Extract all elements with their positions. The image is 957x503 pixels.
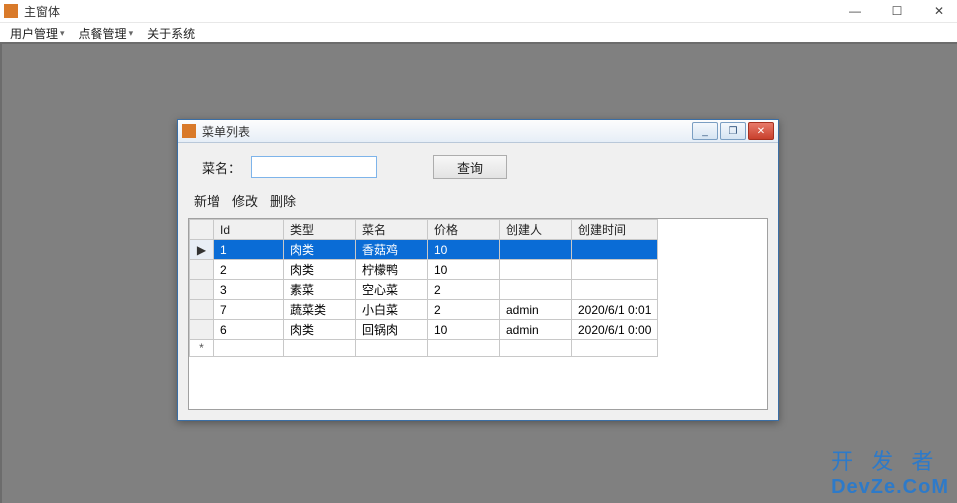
edit-button[interactable]: 修改 bbox=[232, 191, 258, 210]
cell-creator[interactable] bbox=[500, 260, 572, 280]
dish-name-input[interactable] bbox=[251, 156, 377, 178]
cell-id[interactable]: 1 bbox=[214, 240, 284, 260]
cell-empty[interactable] bbox=[356, 340, 428, 357]
cell-price[interactable]: 10 bbox=[428, 260, 500, 280]
col-type[interactable]: 类型 bbox=[284, 220, 356, 240]
row-header[interactable] bbox=[190, 300, 214, 320]
delete-button[interactable]: 删除 bbox=[270, 191, 296, 210]
data-grid[interactable]: Id 类型 菜名 价格 创建人 创建时间 ▶1肉类香菇鸡102肉类柠檬鸭103素… bbox=[188, 218, 768, 410]
table-row[interactable]: 6肉类回锅肉10admin2020/6/1 0:00 bbox=[190, 320, 658, 340]
cell-name[interactable]: 柠檬鸭 bbox=[356, 260, 428, 280]
table-row[interactable]: ▶1肉类香菇鸡10 bbox=[190, 240, 658, 260]
cell-price[interactable]: 10 bbox=[428, 320, 500, 340]
table-row[interactable]: 3素菜空心菜2 bbox=[190, 280, 658, 300]
cell-type[interactable]: 肉类 bbox=[284, 260, 356, 280]
app-icon bbox=[182, 124, 196, 138]
row-header[interactable] bbox=[190, 260, 214, 280]
col-name[interactable]: 菜名 bbox=[356, 220, 428, 240]
cell-empty[interactable] bbox=[214, 340, 284, 357]
cell-type[interactable]: 素菜 bbox=[284, 280, 356, 300]
col-price[interactable]: 价格 bbox=[428, 220, 500, 240]
main-titlebar: 主窗体 — ☐ ✕ bbox=[0, 0, 957, 23]
cell-name[interactable]: 香菇鸡 bbox=[356, 240, 428, 260]
cell-name[interactable]: 回锅肉 bbox=[356, 320, 428, 340]
menu-user-management[interactable]: 用户管理 ▾ bbox=[6, 24, 69, 43]
child-window-controls: _ ❐ ✕ bbox=[690, 122, 774, 140]
cell-price[interactable]: 10 bbox=[428, 240, 500, 260]
cell-id[interactable]: 7 bbox=[214, 300, 284, 320]
row-header-new[interactable]: * bbox=[190, 340, 214, 357]
cell-id[interactable]: 2 bbox=[214, 260, 284, 280]
close-button[interactable]: ✕ bbox=[925, 4, 953, 18]
grid-table: Id 类型 菜名 价格 创建人 创建时间 ▶1肉类香菇鸡102肉类柠檬鸭103素… bbox=[189, 219, 658, 357]
main-window: 主窗体 — ☐ ✕ 用户管理 ▾ 点餐管理 ▾ 关于系统 菜单列表 _ ❐ bbox=[0, 0, 957, 503]
table-row[interactable]: 7蔬菜类小白菜2admin2020/6/1 0:01 bbox=[190, 300, 658, 320]
cell-time[interactable] bbox=[572, 260, 658, 280]
cell-time[interactable]: 2020/6/1 0:00 bbox=[572, 320, 658, 340]
mdi-client-area: 菜单列表 _ ❐ ✕ 菜名： 查询 新增 修改 删除 bbox=[0, 42, 957, 503]
search-row: 菜名： 查询 bbox=[188, 151, 768, 183]
minimize-button[interactable]: — bbox=[841, 4, 869, 18]
row-header[interactable]: ▶ bbox=[190, 240, 214, 260]
cell-empty[interactable] bbox=[284, 340, 356, 357]
child-titlebar[interactable]: 菜单列表 _ ❐ ✕ bbox=[178, 120, 778, 143]
cell-type[interactable]: 肉类 bbox=[284, 320, 356, 340]
cell-empty[interactable] bbox=[500, 340, 572, 357]
cell-id[interactable]: 6 bbox=[214, 320, 284, 340]
cell-creator[interactable]: admin bbox=[500, 320, 572, 340]
cell-empty[interactable] bbox=[572, 340, 658, 357]
main-title: 主窗体 bbox=[24, 3, 841, 20]
cell-type[interactable]: 蔬菜类 bbox=[284, 300, 356, 320]
cell-price[interactable]: 2 bbox=[428, 300, 500, 320]
child-window-menu-list: 菜单列表 _ ❐ ✕ 菜名： 查询 新增 修改 删除 bbox=[177, 119, 779, 421]
cell-id[interactable]: 3 bbox=[214, 280, 284, 300]
grid-header-row: Id 类型 菜名 价格 创建人 创建时间 bbox=[190, 220, 658, 240]
col-creator[interactable]: 创建人 bbox=[500, 220, 572, 240]
cell-name[interactable]: 空心菜 bbox=[356, 280, 428, 300]
query-button[interactable]: 查询 bbox=[433, 155, 507, 179]
menu-label: 关于系统 bbox=[147, 25, 195, 42]
row-header[interactable] bbox=[190, 280, 214, 300]
grid-corner[interactable] bbox=[190, 220, 214, 240]
add-button[interactable]: 新增 bbox=[194, 191, 220, 210]
cell-creator[interactable] bbox=[500, 240, 572, 260]
main-window-controls: — ☐ ✕ bbox=[841, 4, 953, 18]
toolbar: 新增 修改 删除 bbox=[188, 189, 768, 212]
cell-time[interactable]: 2020/6/1 0:01 bbox=[572, 300, 658, 320]
cell-price[interactable]: 2 bbox=[428, 280, 500, 300]
menu-label: 点餐管理 bbox=[79, 25, 127, 42]
child-maximize-button[interactable]: ❐ bbox=[720, 122, 746, 140]
cell-name[interactable]: 小白菜 bbox=[356, 300, 428, 320]
menubar: 用户管理 ▾ 点餐管理 ▾ 关于系统 bbox=[0, 23, 957, 44]
cell-empty[interactable] bbox=[428, 340, 500, 357]
child-title: 菜单列表 bbox=[202, 123, 690, 140]
table-row-new[interactable]: * bbox=[190, 340, 658, 357]
cell-creator[interactable] bbox=[500, 280, 572, 300]
col-time[interactable]: 创建时间 bbox=[572, 220, 658, 240]
child-minimize-button[interactable]: _ bbox=[692, 122, 718, 140]
table-row[interactable]: 2肉类柠檬鸭10 bbox=[190, 260, 658, 280]
cell-time[interactable] bbox=[572, 240, 658, 260]
search-label: 菜名： bbox=[202, 158, 241, 177]
grid-body: ▶1肉类香菇鸡102肉类柠檬鸭103素菜空心菜27蔬菜类小白菜2admin202… bbox=[190, 240, 658, 357]
app-icon bbox=[4, 4, 18, 18]
col-id[interactable]: Id bbox=[214, 220, 284, 240]
child-body: 菜名： 查询 新增 修改 删除 bbox=[178, 143, 778, 420]
row-header[interactable] bbox=[190, 320, 214, 340]
chevron-down-icon: ▾ bbox=[60, 28, 65, 39]
maximize-button[interactable]: ☐ bbox=[883, 4, 911, 18]
menu-label: 用户管理 bbox=[10, 25, 58, 42]
child-close-button[interactable]: ✕ bbox=[748, 122, 774, 140]
cell-creator[interactable]: admin bbox=[500, 300, 572, 320]
cell-time[interactable] bbox=[572, 280, 658, 300]
cell-type[interactable]: 肉类 bbox=[284, 240, 356, 260]
menu-about[interactable]: 关于系统 bbox=[143, 24, 199, 43]
chevron-down-icon: ▾ bbox=[129, 28, 134, 39]
menu-order-management[interactable]: 点餐管理 ▾ bbox=[75, 24, 138, 43]
